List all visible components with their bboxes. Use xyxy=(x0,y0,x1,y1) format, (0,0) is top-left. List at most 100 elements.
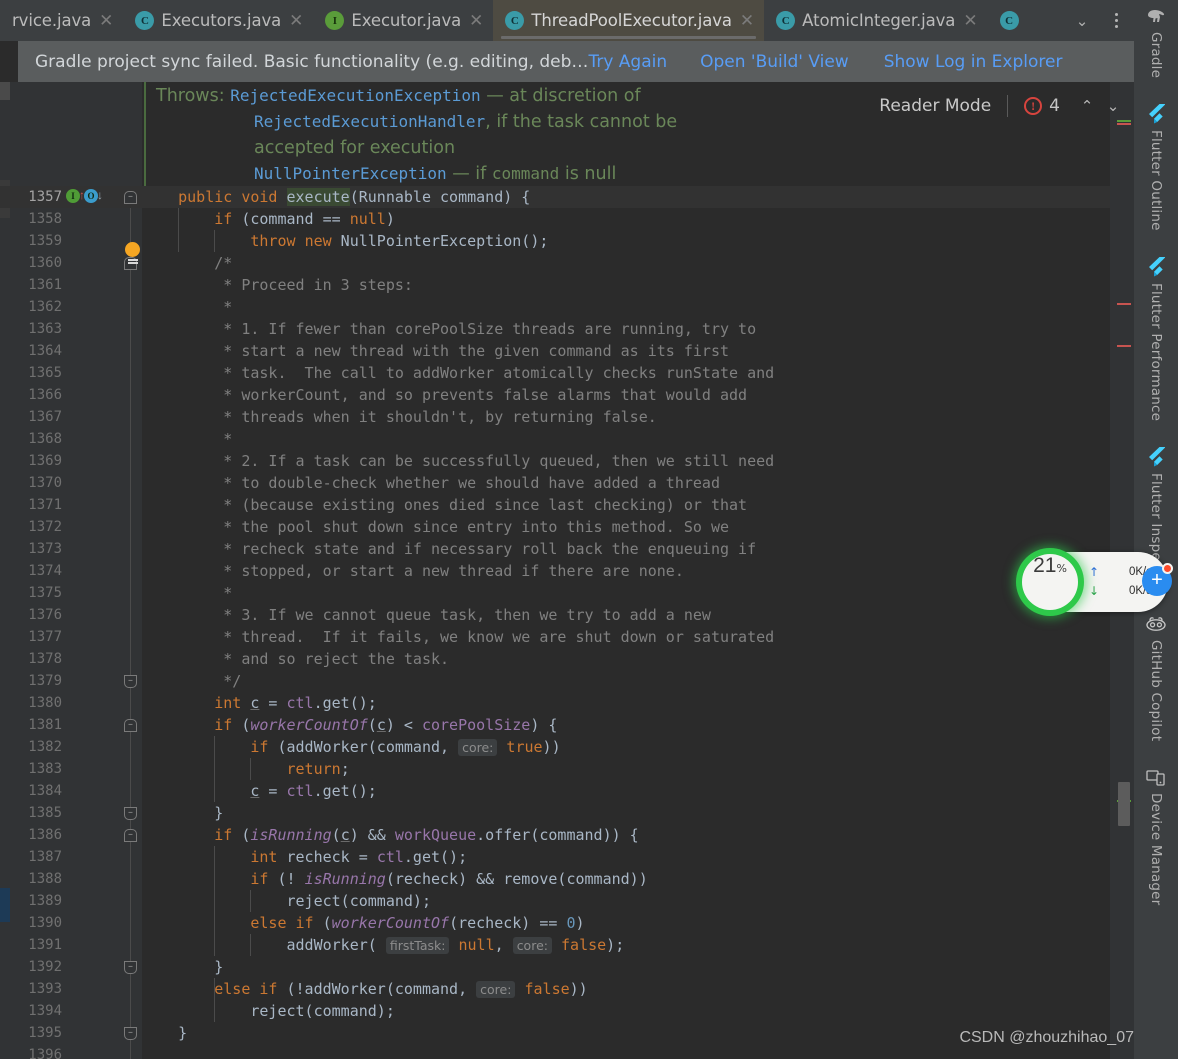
editor-tab-partial[interactable]: C xyxy=(988,0,1028,41)
tool-window-github-copilot[interactable]: GitHub Copilot xyxy=(1134,614,1178,741)
code-text: else if (workerCountOf(recheck) == 0) xyxy=(250,914,585,932)
code-line[interactable]: 1384 c = ctl.get(); xyxy=(0,780,1134,802)
indent-guide xyxy=(214,736,215,802)
code-line[interactable]: 1394 reject(command); xyxy=(0,1000,1134,1022)
code-text: * start a new thread with the given comm… xyxy=(223,342,730,360)
error-count: 4 xyxy=(1049,96,1060,116)
code-line[interactable]: 1370 * to double-check whether we should… xyxy=(0,472,1134,494)
code-line[interactable]: 1358 if (command == null) xyxy=(0,208,1134,230)
editor-tab-rvice-java[interactable]: rvice.java ✕ xyxy=(0,0,123,41)
error-badge[interactable]: ! 4 xyxy=(1024,96,1060,116)
code-line[interactable]: 1383 return; xyxy=(0,758,1134,780)
code-line[interactable]: 1379 – */ xyxy=(0,670,1134,692)
code-editor[interactable]: Throws: RejectedExecutionException — at … xyxy=(0,82,1134,1059)
code-line[interactable]: 1389 reject(command); xyxy=(0,890,1134,912)
scrollbar-thumb[interactable] xyxy=(1118,782,1130,826)
try-again-link[interactable]: Try Again xyxy=(588,52,667,72)
code-text: * and so reject the task. xyxy=(223,650,450,668)
editor-tab-atomicinteger-java[interactable]: C AtomicInteger.java ✕ xyxy=(764,0,987,41)
close-icon[interactable]: ✕ xyxy=(962,12,978,29)
code-line[interactable]: 1362 * xyxy=(0,296,1134,318)
line-number: 1368 xyxy=(28,431,62,447)
code-line[interactable]: 1364 * start a new thread with the given… xyxy=(0,340,1134,362)
open-build-view-link[interactable]: Open 'Build' View xyxy=(700,52,849,72)
indent-guide xyxy=(214,846,215,956)
fold-toggle-start[interactable]: – xyxy=(124,719,137,732)
stripe-marker[interactable] xyxy=(1117,345,1131,347)
code-line[interactable]: 1367 * threads when it shouldn't, by ret… xyxy=(0,406,1134,428)
implements-method-icon[interactable]: I ↑ xyxy=(66,188,85,203)
fold-toggle-start[interactable]: – xyxy=(124,829,137,842)
javadoc-text: command xyxy=(491,164,560,183)
editor-tab-threadpoolexecutor-java[interactable]: C ThreadPoolExecutor.java ✕ xyxy=(493,0,765,41)
code-line[interactable]: 1388 if (! isRunning(recheck) && remove(… xyxy=(0,868,1134,890)
close-icon[interactable]: ✕ xyxy=(739,12,755,29)
network-speed-widget[interactable]: 21 % ↑ 0K/s ↓ 0K/s + xyxy=(1016,548,1173,616)
code-line[interactable]: 1373 * recheck state and if necessary ro… xyxy=(0,538,1134,560)
reader-mode-toggle[interactable]: Reader Mode xyxy=(879,96,1007,116)
flutter-icon xyxy=(1145,446,1167,467)
code-line[interactable]: 1374 * stopped, or start a new thread if… xyxy=(0,560,1134,582)
fold-toggle-end[interactable]: – xyxy=(124,1027,137,1040)
code-line[interactable]: 1369 * 2. If a task can be successfully … xyxy=(0,450,1134,472)
code-text: * (because existing ones died since last… xyxy=(223,496,748,514)
code-line[interactable]: 1386 – if (isRunning(c) && workQueue.offe… xyxy=(0,824,1134,846)
close-icon[interactable]: ✕ xyxy=(468,12,484,29)
javadoc-link[interactable]: NullPointerException xyxy=(254,164,447,183)
fold-toggle-start[interactable]: – xyxy=(124,191,137,204)
code-line[interactable]: 1391 addWorker( firstTask: null, core: f… xyxy=(0,934,1134,956)
code-line[interactable]: 1371 * (because existing ones died since… xyxy=(0,494,1134,516)
editor-tab-executor-java[interactable]: I Executor.java ✕ xyxy=(313,0,493,41)
javadoc-link[interactable]: RejectedExecutionException xyxy=(230,86,480,105)
code-line[interactable]: 1387 int recheck = ctl.get(); xyxy=(0,846,1134,868)
tool-window-flutter-performance[interactable]: Flutter Performance xyxy=(1134,256,1178,421)
next-problem-button[interactable]: ⌄ xyxy=(1100,97,1126,115)
gutter-markers[interactable]: I ↑ O ↓ xyxy=(66,188,103,203)
tool-window-gradle[interactable]: Gradle xyxy=(1134,6,1178,78)
indent-guide xyxy=(214,978,215,1022)
code-line[interactable]: 1375 * xyxy=(0,582,1134,604)
code-line[interactable]: 1390 else if (workerCountOf(recheck) == … xyxy=(0,912,1134,934)
overridden-method-icon[interactable]: O ↓ xyxy=(84,188,103,203)
line-number: 1370 xyxy=(28,475,62,491)
tab-overflow-chevron-down-icon[interactable]: ⌄ xyxy=(1068,0,1096,41)
code-line[interactable]: 1359 throw new NullPointerException(); xyxy=(0,230,1134,252)
code-line[interactable]: 1385 – } xyxy=(0,802,1134,824)
code-line[interactable]: 1393 else if (!addWorker(command, core: … xyxy=(0,978,1134,1000)
fold-toggle-end[interactable]: – xyxy=(124,675,137,688)
tool-window-label: GitHub Copilot xyxy=(1148,640,1164,742)
close-icon[interactable]: ✕ xyxy=(98,12,114,29)
javadoc-link[interactable]: RejectedExecutionHandler xyxy=(254,112,485,131)
code-line[interactable]: 1377 * thread. If it fails, we know we a… xyxy=(0,626,1134,648)
javadoc-text: is null xyxy=(559,164,617,184)
editor-tab-label: AtomicInteger.java xyxy=(802,11,956,30)
code-line[interactable]: 1368 * xyxy=(0,428,1134,450)
editor-tab-executors-java[interactable]: C Executors.java ✕ xyxy=(123,0,313,41)
code-text: if (workerCountOf(c) < corePoolSize) { xyxy=(214,716,558,734)
close-icon[interactable]: ✕ xyxy=(288,12,304,29)
code-line[interactable]: 1382 if (addWorker(command, core: true)) xyxy=(0,736,1134,758)
code-line[interactable]: 1378 * and so reject the task. xyxy=(0,648,1134,670)
code-line[interactable]: 1363 * 1. If fewer than corePoolSize thr… xyxy=(0,318,1134,340)
code-text: * thread. If it fails, we know we are sh… xyxy=(223,628,775,646)
tab-options-button[interactable] xyxy=(1102,0,1130,41)
tool-window-flutter-outline[interactable]: Flutter Outline xyxy=(1134,104,1178,231)
code-line[interactable]: 1360– /* xyxy=(0,252,1134,274)
code-line[interactable]: 1365 * task. The call to addWorker atomi… xyxy=(0,362,1134,384)
code-line[interactable]: 1366 * workerCount, and so prevents fals… xyxy=(0,384,1134,406)
fold-toggle-end[interactable]: – xyxy=(124,961,137,974)
previous-problem-button[interactable]: ⌃ xyxy=(1074,97,1100,115)
code-line[interactable]: 1381 – if (workerCountOf(c) < corePoolSiz… xyxy=(0,714,1134,736)
code-line[interactable]: 1380 int c = ctl.get(); xyxy=(0,692,1134,714)
tool-window-device-manager[interactable]: Device Manager xyxy=(1134,767,1178,906)
stripe-marker[interactable] xyxy=(1117,303,1131,305)
code-line[interactable]: 1376 * 3. If we cannot queue task, then … xyxy=(0,604,1134,626)
fold-toggle-end[interactable]: – xyxy=(124,807,137,820)
code-lines[interactable]: 1357 I ↑ O ↓ – public void execute(Runnable c… xyxy=(0,186,1134,1059)
code-line[interactable]: 1392 – } xyxy=(0,956,1134,978)
code-line[interactable]: 1357 I ↑ O ↓ – public void execute(Runnable c… xyxy=(0,186,1134,208)
code-line[interactable]: 1372 * the pool shut down since entry in… xyxy=(0,516,1134,538)
intention-bulb-icon[interactable] xyxy=(124,242,141,264)
show-log-in-explorer-link[interactable]: Show Log in Explorer xyxy=(884,52,1063,72)
code-line[interactable]: 1361 * Proceed in 3 steps: xyxy=(0,274,1134,296)
